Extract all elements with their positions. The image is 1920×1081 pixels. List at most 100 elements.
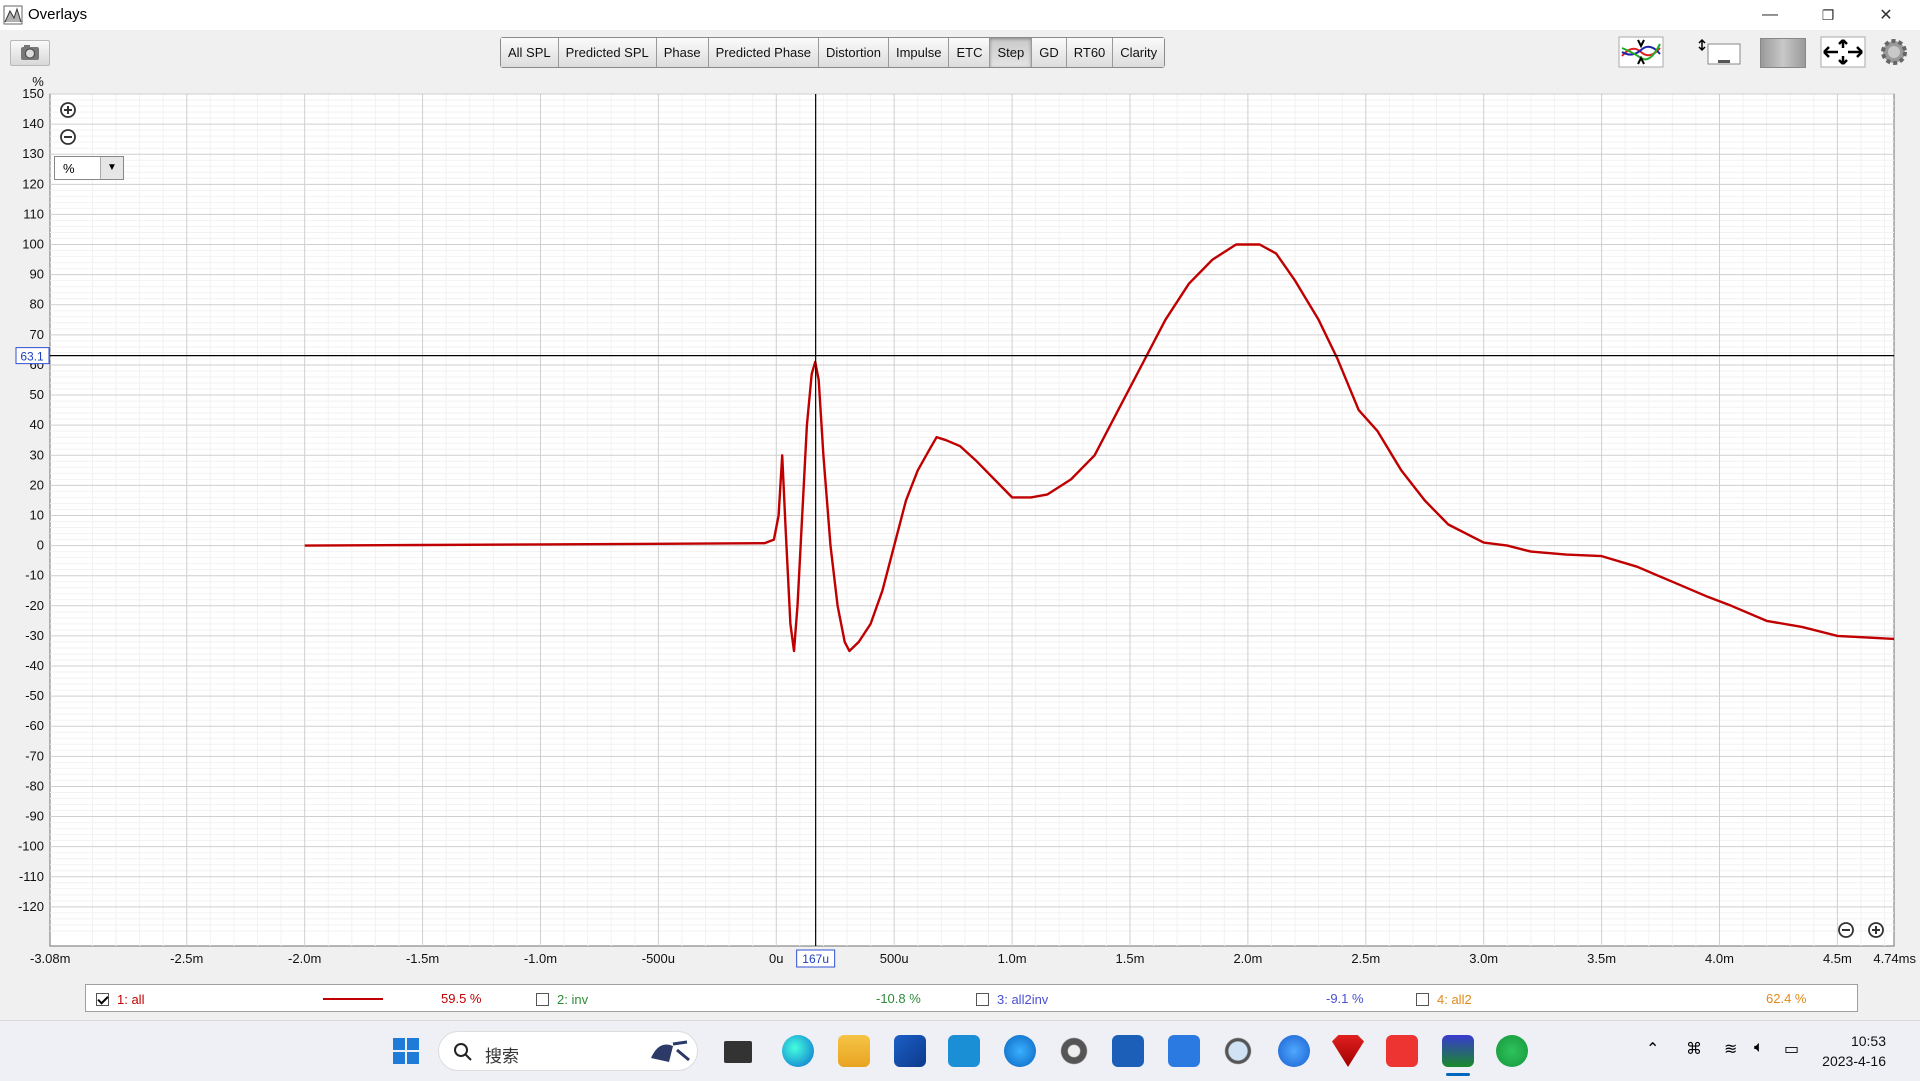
x-tick-label: 4.74ms <box>1873 951 1916 966</box>
tab-all-spl[interactable]: All SPL <box>501 38 559 67</box>
x-tick-label: 2.5m <box>1351 951 1380 966</box>
y-tick-label: -100 <box>18 839 44 854</box>
camera-icon <box>21 45 39 60</box>
settings-gear-icon[interactable] <box>1878 36 1910 68</box>
y-tick-label: -110 <box>19 869 44 884</box>
legend-label: 1: all <box>117 991 145 1007</box>
graph-area: 150 140 130 120 110 100 90 80 70 60 50 40 30 20 10 0 -10… <box>0 74 1920 1014</box>
trace-legend-bar: 1: all 59.5 % 2: inv -10.8 % 3: all2inv -9.1 … <box>85 984 1858 1012</box>
edge-browser-icon[interactable] <box>782 1035 814 1067</box>
legend-label: 2: inv <box>557 991 589 1007</box>
y-tick-label: -80 <box>25 778 44 793</box>
magnifier-app-icon[interactable] <box>1222 1035 1254 1067</box>
y-tick-label: -60 <box>25 718 44 733</box>
y-tick-label: 100 <box>22 237 44 252</box>
x-tick-label: 2.0m <box>1233 951 1262 966</box>
y-tick-label: -90 <box>25 809 44 824</box>
minimize-button[interactable]: — <box>1742 0 1798 30</box>
settings-app-icon[interactable] <box>1058 1035 1090 1067</box>
file-explorer-icon[interactable] <box>838 1035 870 1067</box>
wps-icon[interactable] <box>1386 1035 1418 1067</box>
y-tick-label: 40 <box>30 417 44 432</box>
x-tick-label: 0u <box>769 951 783 966</box>
y-tick-label: -40 <box>25 658 44 673</box>
window-title: Overlays <box>28 6 88 23</box>
y-tick-label: -10 <box>25 568 44 583</box>
wifi-icon[interactable]: ≋ <box>1724 1039 1737 1059</box>
fit-axes-icon[interactable] <box>1820 36 1866 68</box>
x-tick-label: 500u <box>880 951 909 966</box>
tab-phase[interactable]: Phase <box>656 38 709 67</box>
legend-checkbox[interactable] <box>1416 992 1429 1006</box>
help-icon[interactable] <box>1004 1035 1036 1067</box>
wechat-icon[interactable] <box>1496 1035 1528 1067</box>
cloud-app-icon[interactable] <box>1278 1035 1310 1067</box>
legend-checkbox[interactable] <box>536 992 549 1006</box>
unit-dropdown-value: % <box>63 161 75 176</box>
search-highlight-icon <box>651 1040 690 1062</box>
tab-predicted-phase[interactable]: Predicted Phase <box>708 38 820 67</box>
taskbar-clock[interactable]: 10:53 2023-4-16 <box>1822 1031 1886 1071</box>
clock-time: 10:53 <box>1850 1033 1886 1049</box>
y-tick-label: 70 <box>30 327 44 342</box>
legend-label: 4: all2 <box>1437 991 1472 1007</box>
title-bar: Overlays — ❐ ✕ <box>0 0 1920 31</box>
x-tick-label: 1.5m <box>1116 951 1145 966</box>
tab-clarity[interactable]: Clarity <box>1113 38 1165 67</box>
restore-icon: ❐ <box>1821 6 1835 23</box>
x-tick-label: -3.08m <box>30 951 70 966</box>
rew-taskbar-icon[interactable] <box>1442 1035 1474 1067</box>
graph-style-button[interactable] <box>1760 38 1806 68</box>
rew-app-icon <box>3 5 23 25</box>
overlay-traces-icon[interactable] <box>1618 36 1664 68</box>
tab-distortion[interactable]: Distortion <box>819 38 889 67</box>
close-button[interactable]: ✕ <box>1858 0 1914 30</box>
legend-item-2[interactable]: 2: inv <box>536 991 588 1007</box>
y-tick-label: 10 <box>30 507 44 522</box>
y-tick-label: -20 <box>25 598 44 613</box>
tab-predicted-spl[interactable]: Predicted SPL <box>558 38 657 67</box>
cursor-x-readout: 167u <box>802 952 829 966</box>
tab-gd[interactable]: GD <box>1032 38 1067 67</box>
step-response-graph[interactable]: 1501401301201101009080706050403020100-10… <box>0 74 1920 1014</box>
y-tick-label: 80 <box>30 297 44 312</box>
microsoft-store-icon[interactable] <box>894 1035 926 1067</box>
tab-step[interactable]: Step <box>990 38 1033 67</box>
clock-date: 2023-4-16 <box>1822 1053 1886 1069</box>
feishu-icon[interactable] <box>1168 1035 1200 1067</box>
y-unit-label: % <box>32 74 44 89</box>
legend-value: -9.1 % <box>1326 991 1364 1006</box>
capture-button[interactable] <box>10 40 50 66</box>
y-tick-label: -120 <box>18 899 44 914</box>
volume-icon[interactable]: 🔈︎ <box>1754 1039 1764 1057</box>
y-tick-label: -50 <box>25 688 44 703</box>
shield-app-icon[interactable] <box>1332 1035 1364 1067</box>
tab-etc[interactable]: ETC <box>949 38 991 67</box>
legend-checkbox[interactable] <box>976 992 989 1006</box>
chevron-down-icon: ▼ <box>100 157 123 179</box>
task-view-icon[interactable] <box>724 1041 752 1063</box>
legend-item-1[interactable]: 1: all <box>96 991 144 1007</box>
graph-tabs: All SPL Predicted SPL Phase Predicted Phase… <box>500 37 1166 68</box>
legend-line-swatch <box>323 998 383 1000</box>
legend-item-3[interactable]: 3: all2inv <box>976 991 1048 1007</box>
y-tick-label: 50 <box>30 387 44 402</box>
taskbar-search-box[interactable]: 搜索 <box>438 1031 698 1071</box>
tab-impulse[interactable]: Impulse <box>888 38 950 67</box>
battery-icon[interactable]: ▭ <box>1784 1039 1799 1059</box>
chevron-up-icon[interactable]: ⌃ <box>1646 1039 1659 1059</box>
windows-start-icon[interactable] <box>390 1035 422 1067</box>
windows-taskbar: 搜索 ⌃ ⌘ ≋ 🔈︎ ▭ 10:53 2023-4-16 <box>0 1020 1920 1081</box>
input-method-icon[interactable]: ⌘ <box>1686 1039 1702 1059</box>
restore-button[interactable]: ❐ <box>1800 0 1856 30</box>
y-tick-label: 20 <box>30 477 44 492</box>
vertical-zoom-icon[interactable] <box>1696 36 1744 68</box>
word-icon[interactable] <box>1112 1035 1144 1067</box>
legend-item-4[interactable]: 4: all2 <box>1416 991 1472 1007</box>
myhp-icon[interactable] <box>948 1035 980 1067</box>
y-tick-label: 130 <box>22 146 44 161</box>
tab-rt60[interactable]: RT60 <box>1066 38 1114 67</box>
legend-checkbox[interactable] <box>96 992 109 1006</box>
unit-dropdown[interactable]: % ▼ <box>54 156 124 180</box>
x-tick-label: -1.0m <box>524 951 557 966</box>
